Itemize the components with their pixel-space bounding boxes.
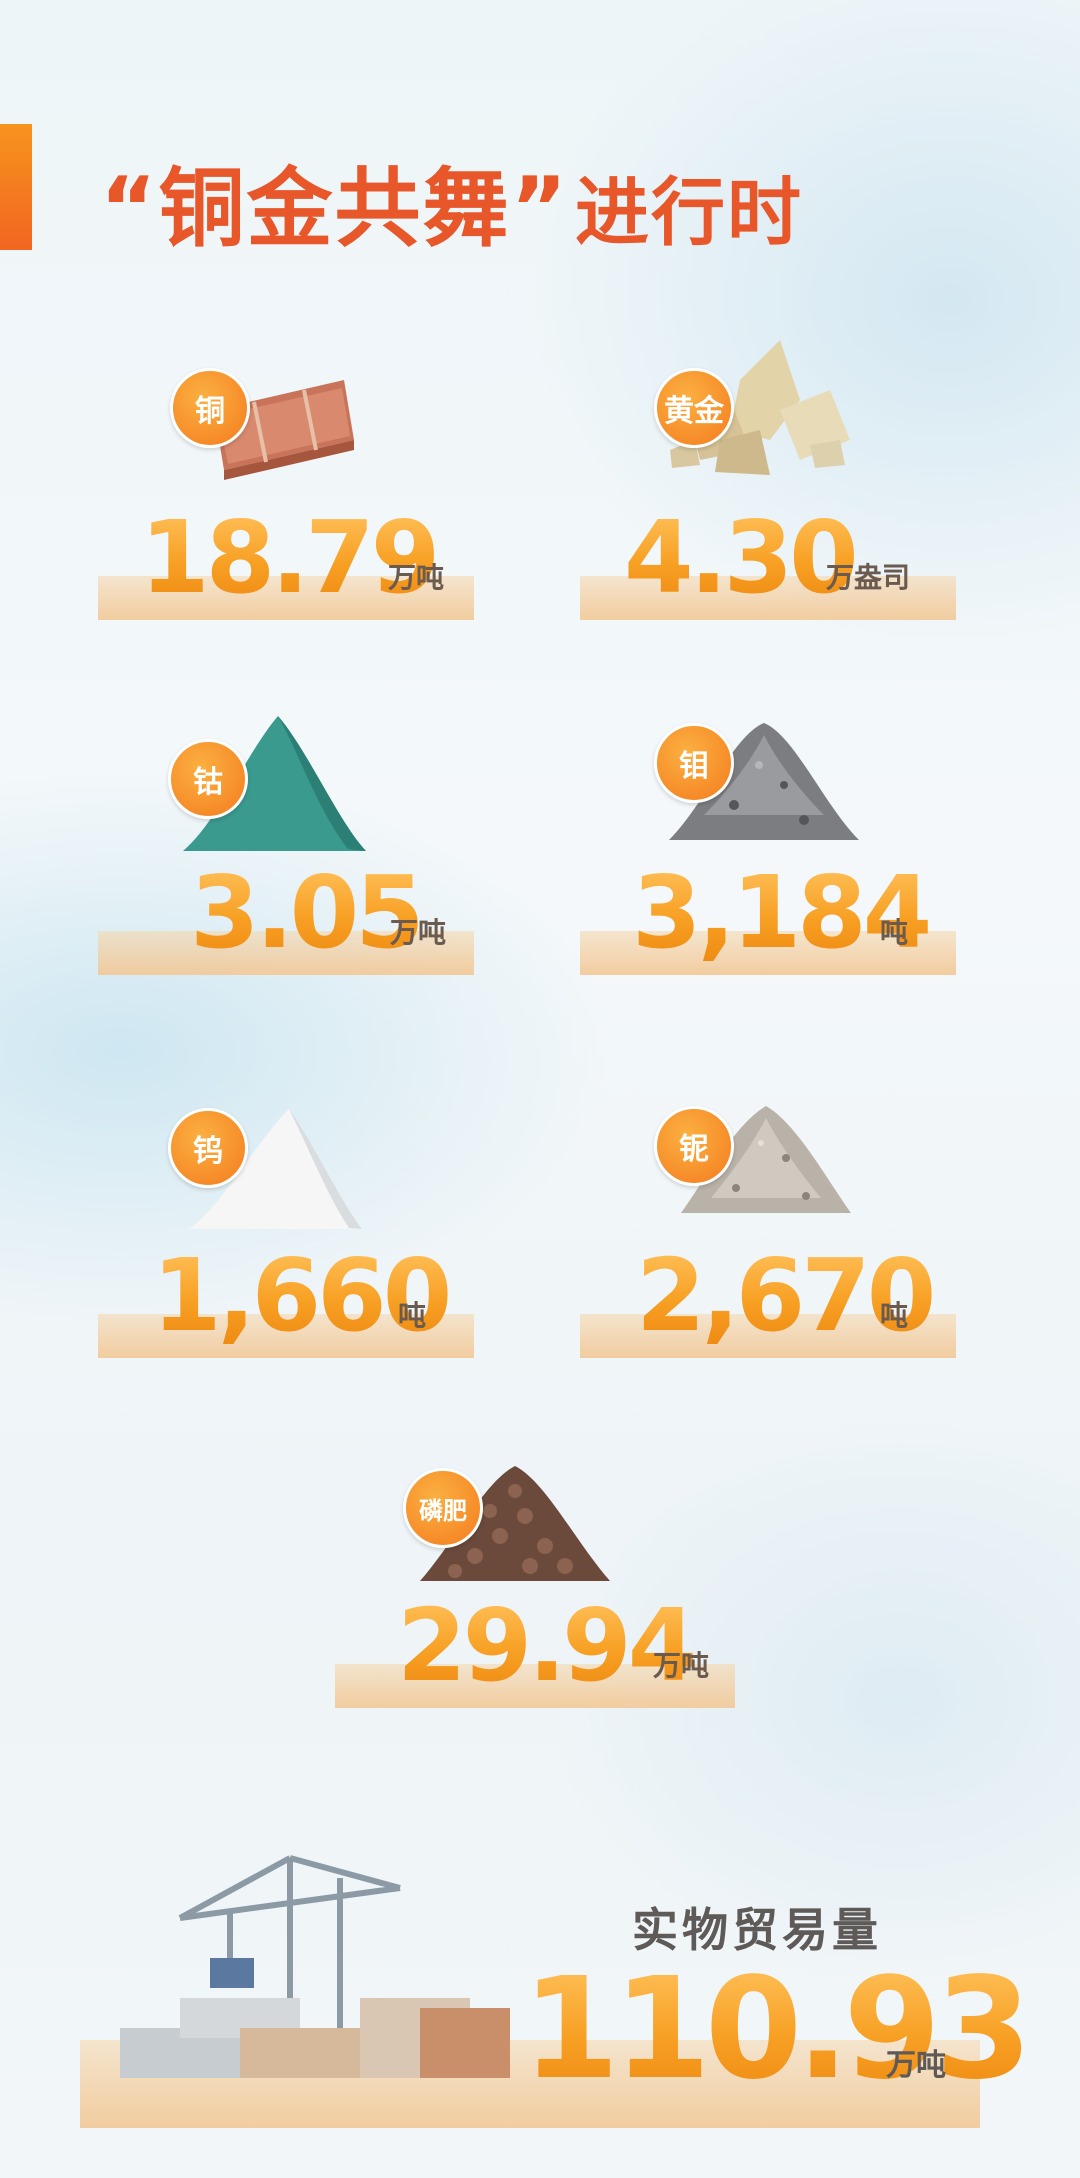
badge-cobalt: 钴 xyxy=(168,739,248,819)
stat-unit-phosphate: 万吨 xyxy=(653,1649,710,1682)
title-accent-bar xyxy=(0,124,32,250)
stat-card-gold: 黄金 4.30 万盎司 xyxy=(580,340,956,620)
stat-card-tungsten: 钨 1,660 吨 xyxy=(98,1078,474,1358)
stat-card-phosphate: 磷肥 29.94 万吨 xyxy=(335,1428,735,1708)
stat-unit-niobium: 吨 xyxy=(880,1299,909,1332)
stat-unit-copper: 万吨 xyxy=(388,561,445,594)
stat-unit-gold: 万盎司 xyxy=(826,561,911,594)
trade-value: 110.93 xyxy=(522,1948,1032,2111)
badge-niobium: 铌 xyxy=(654,1106,734,1186)
badge-copper: 铜 xyxy=(170,368,250,448)
page-title: “铜金共舞”进行时 xyxy=(100,138,803,263)
stat-card-cobalt: 钴 3.05 万吨 xyxy=(98,695,474,975)
stat-unit-tungsten: 吨 xyxy=(398,1299,427,1332)
stat-value-gold: 4.30 xyxy=(624,499,859,616)
port-crane-containers-icon xyxy=(120,1855,510,2078)
page-title-sub: 进行时 xyxy=(575,170,804,256)
stat-unit-cobalt: 万吨 xyxy=(390,916,447,949)
stat-card-copper: 铜 18.79 万吨 xyxy=(98,340,474,620)
stat-card-niobium: 铌 2,670 吨 xyxy=(580,1078,956,1358)
page-title-main: “铜金共舞” xyxy=(100,159,570,259)
badge-gold: 黄金 xyxy=(654,368,734,448)
trade-unit: 万吨 xyxy=(886,2048,946,2083)
badge-phosphate: 磷肥 xyxy=(403,1468,483,1548)
badge-molybdenum: 钼 xyxy=(654,723,734,803)
stat-unit-molybdenum: 吨 xyxy=(880,916,909,949)
badge-tungsten: 钨 xyxy=(168,1108,248,1188)
stat-value-phosphate: 29.94 xyxy=(397,1587,697,1704)
stat-value-cobalt: 3.05 xyxy=(190,854,425,971)
stat-card-molybdenum: 钼 3,184 吨 xyxy=(580,695,956,975)
